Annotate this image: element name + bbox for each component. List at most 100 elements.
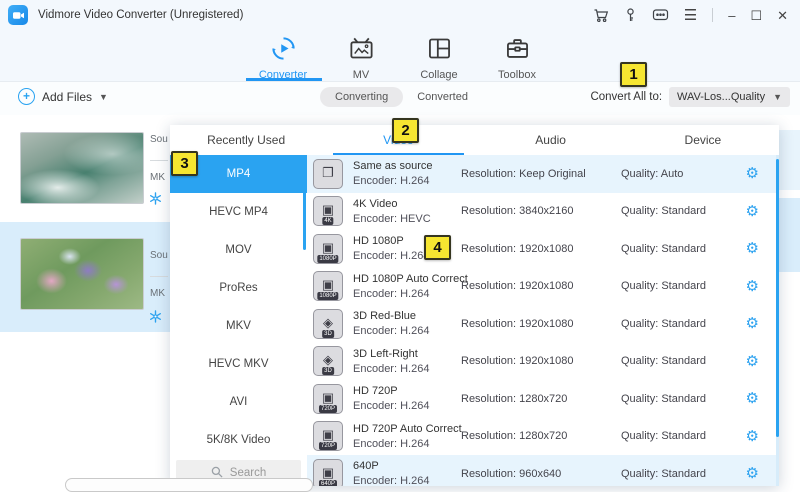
format-encoder: Encoder: H.264 (353, 288, 461, 300)
format-glyph: ▣ (322, 466, 334, 479)
format-type-icon: ❐ (313, 159, 343, 189)
format-quality: Quality: Standard (621, 280, 739, 292)
format-row[interactable]: ▣ 720P HD 720P Encoder: H.264 Resolution… (307, 380, 779, 418)
container-format-sidebar: MP4HEVC MP4MOVProResMKVHEVC MKVAVI5K/8K … (170, 155, 307, 486)
file-row-edge-selected (779, 198, 800, 272)
format-glyph: ◈ (323, 316, 333, 329)
format-type-icon: ▣ 1080P (313, 271, 343, 301)
settings-gear-icon[interactable]: ⚙ (746, 391, 759, 406)
format-row[interactable]: ◈ 3D 3D Left-Right Encoder: H.264 Resolu… (307, 343, 779, 381)
callout-step-4: 4 (424, 235, 451, 260)
format-row[interactable]: ▣ 1080P HD 1080P Auto Correct Encoder: H… (307, 268, 779, 306)
file-title-fragment: Sou (150, 250, 170, 261)
format-row[interactable]: ◈ 3D 3D Red-Blue Encoder: H.264 Resoluti… (307, 305, 779, 343)
file-format-fragment: MK (150, 288, 170, 299)
format-glyph: ◈ (323, 353, 333, 366)
format-list-scrollbar-thumb[interactable] (776, 159, 779, 437)
source-file-list: Sou MK Sou MK (0, 115, 170, 486)
edit-star-icon[interactable] (149, 310, 162, 328)
format-resolution-badge: 3D (322, 367, 334, 375)
converter-icon (270, 35, 297, 67)
nav-tab-toolbox[interactable]: Toolbox (478, 30, 556, 81)
file-meta-divider (150, 160, 168, 161)
nav-tab-converter[interactable]: Converter (244, 30, 322, 81)
sidebar-format-item[interactable]: 5K/8K Video (170, 421, 307, 459)
callout-step-1: 1 (620, 62, 647, 87)
format-quality: Quality: Standard (621, 430, 739, 442)
settings-gear-icon[interactable]: ⚙ (746, 204, 759, 219)
menu-icon[interactable]: ☰ (684, 8, 697, 23)
toolbar: + Add Files ▼ Converting Converted Conve… (0, 82, 800, 116)
source-file-item[interactable]: Sou MK (0, 120, 170, 222)
add-files-label: Add Files (42, 90, 92, 104)
nav-label-mv: MV (353, 69, 370, 81)
feedback-icon[interactable] (652, 8, 669, 23)
nav-label-toolbox: Toolbox (498, 69, 536, 81)
format-resolution: Resolution: Keep Original (461, 168, 621, 180)
sidebar-format-item[interactable]: MKV (170, 307, 307, 345)
format-row[interactable]: ▣ 4K 4K Video Encoder: HEVC Resolution: … (307, 193, 779, 231)
format-resolution: Resolution: 1920x1080 (461, 355, 621, 367)
title-bar: Vidmore Video Converter (Unregistered) ☰ (0, 0, 800, 30)
register-key-icon[interactable] (624, 8, 637, 23)
close-button[interactable]: ✕ (777, 9, 788, 22)
format-row[interactable]: ❐ Same as source Encoder: H.264 Resoluti… (307, 155, 779, 193)
settings-gear-icon[interactable]: ⚙ (746, 279, 759, 294)
tab-converted[interactable]: Converted (417, 91, 468, 103)
format-text: HD 1080P Auto Correct Encoder: H.264 (353, 273, 461, 300)
sidebar-format-item[interactable]: HEVC MKV (170, 345, 307, 383)
sidebar-format-item[interactable]: HEVC MP4 (170, 193, 307, 231)
collage-icon (426, 35, 453, 67)
format-resolution-badge: 1080P (317, 255, 338, 263)
format-type-icon: ◈ 3D (313, 309, 343, 339)
edit-star-icon[interactable] (149, 192, 162, 210)
tab-audio[interactable]: Audio (475, 125, 627, 155)
format-encoder: Encoder: H.264 (353, 400, 461, 412)
settings-gear-icon[interactable]: ⚙ (746, 316, 759, 331)
format-glyph: ▣ (322, 428, 334, 441)
nav-tab-collage[interactable]: Collage (400, 30, 478, 81)
nav-tab-mv[interactable]: MV (322, 30, 400, 81)
file-format-fragment: MK (150, 172, 170, 183)
settings-gear-icon[interactable]: ⚙ (746, 166, 759, 181)
format-type-icon: ◈ 3D (313, 346, 343, 376)
convert-all-dropdown[interactable]: WAV-Los...Quality ▼ (669, 87, 790, 107)
file-title-fragment: Sou (150, 134, 170, 145)
format-row[interactable]: ▣ 1080P HD 1080P Encoder: H.264 Resoluti… (307, 230, 779, 268)
minimize-button[interactable]: – (728, 9, 735, 22)
format-glyph: ▣ (322, 203, 334, 216)
window-title: Vidmore Video Converter (Unregistered) (38, 9, 243, 21)
settings-gear-icon[interactable]: ⚙ (746, 466, 759, 481)
settings-gear-icon[interactable]: ⚙ (746, 241, 759, 256)
output-format-panel: Recently Used Video Audio Device MP4HEVC… (170, 125, 779, 486)
sidebar-scrollbar-thumb[interactable] (303, 155, 306, 250)
sidebar-format-item[interactable]: MOV (170, 231, 307, 269)
format-row[interactable]: ▣ 720P HD 720P Auto Correct Encoder: H.2… (307, 418, 779, 456)
format-resolution: Resolution: 3840x2160 (461, 205, 621, 217)
format-type-icon: ▣ 720P (313, 421, 343, 451)
sidebar-format-item[interactable]: AVI (170, 383, 307, 421)
sidebar-format-item[interactable]: ProRes (170, 269, 307, 307)
format-name: 3D Left-Right (353, 348, 461, 360)
format-encoder: Encoder: H.264 (353, 175, 461, 187)
format-text: HD 720P Encoder: H.264 (353, 385, 461, 412)
format-encoder: Encoder: HEVC (353, 213, 461, 225)
titlebar-divider (712, 8, 713, 22)
format-resolution-badge: 1080P (317, 292, 338, 300)
format-glyph: ▣ (322, 241, 334, 254)
format-resolution: Resolution: 1920x1080 (461, 318, 621, 330)
format-resolution: Resolution: 960x640 (461, 468, 621, 480)
settings-gear-icon[interactable]: ⚙ (746, 354, 759, 369)
video-thumbnail (20, 132, 144, 204)
tab-converting[interactable]: Converting (320, 87, 403, 107)
maximize-button[interactable]: ☐ (750, 9, 762, 22)
add-files-button[interactable]: + Add Files ▼ (18, 88, 108, 105)
format-row[interactable]: ▣ 640P 640P Encoder: H.264 Resolution: 9… (307, 455, 779, 486)
settings-gear-icon[interactable]: ⚙ (746, 429, 759, 444)
tab-device[interactable]: Device (627, 125, 779, 155)
format-resolution-badge: 720P (319, 442, 337, 450)
format-quality: Quality: Standard (621, 205, 739, 217)
cart-icon[interactable] (593, 8, 609, 23)
format-text: 3D Red-Blue Encoder: H.264 (353, 310, 461, 337)
source-file-item[interactable]: Sou MK (0, 222, 170, 332)
